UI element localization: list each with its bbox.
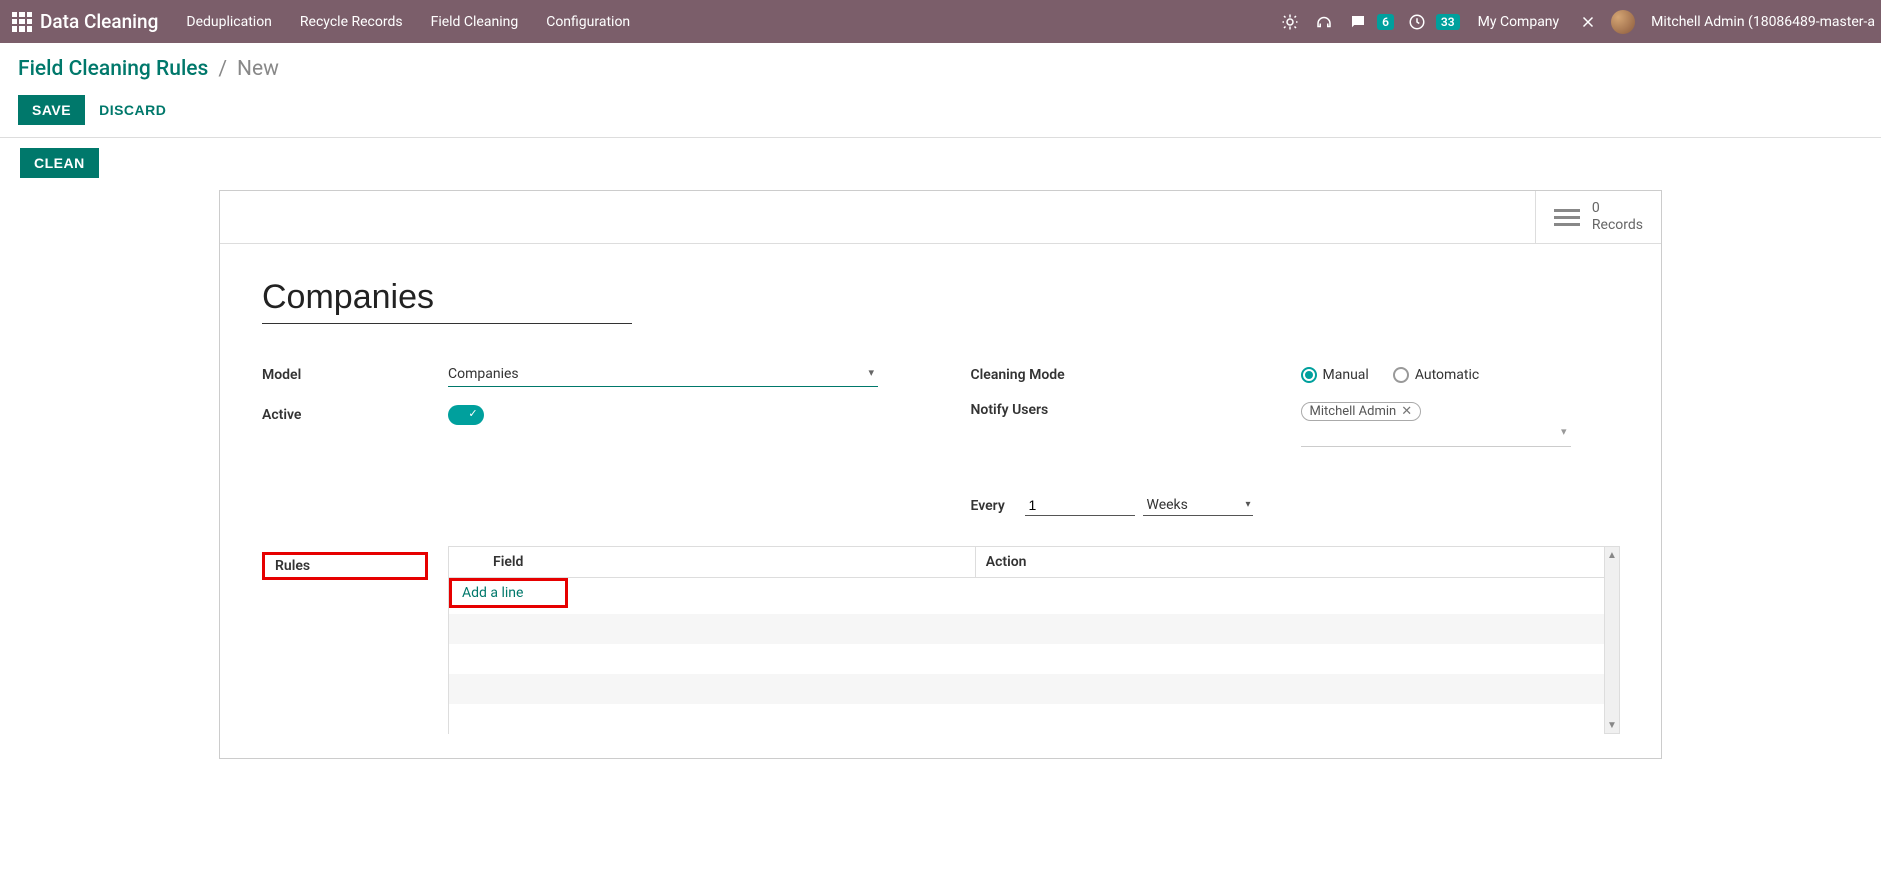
messages-icon[interactable]: [1347, 11, 1369, 33]
active-toggle[interactable]: [448, 405, 484, 425]
radio-dot-off: [1393, 367, 1409, 383]
topbar-right: 6 33 My Company Mitchell Admin (18086489…: [1279, 10, 1875, 34]
support-icon[interactable]: [1313, 11, 1335, 33]
model-select[interactable]: Companies: [448, 364, 878, 387]
table-row: [449, 614, 1620, 644]
label-notify-users: Notify Users: [971, 402, 1301, 418]
tag-remove-icon[interactable]: ✕: [1401, 405, 1412, 418]
company-switcher[interactable]: My Company: [1478, 14, 1560, 30]
rules-section: Rules Field Action: [262, 546, 1619, 734]
form-buttons-row: SAVE DISCARD: [0, 85, 1881, 137]
nav-deduplication[interactable]: Deduplication: [186, 14, 272, 30]
bug-icon[interactable]: [1279, 11, 1301, 33]
add-line-link[interactable]: Add a line: [462, 585, 523, 601]
every-row: Every Weeks: [971, 495, 1620, 516]
stat-count: 0: [1592, 200, 1643, 217]
breadcrumb-parent[interactable]: Field Cleaning Rules: [18, 57, 208, 81]
table-row: [449, 644, 1620, 674]
rules-label-wrap: Rules: [262, 546, 448, 734]
discard-button[interactable]: DISCARD: [99, 102, 166, 118]
action-buttons-row: CLEAN: [0, 137, 1881, 190]
scroll-down-icon[interactable]: ▼: [1605, 717, 1619, 733]
table-row: [449, 674, 1620, 704]
stat-label: Records: [1592, 217, 1643, 234]
records-stat-button[interactable]: 0 Records: [1535, 191, 1661, 243]
label-every: Every: [971, 498, 1017, 514]
tools-icon[interactable]: [1577, 11, 1599, 33]
rules-label: Rules: [262, 552, 428, 580]
notify-user-tag[interactable]: Mitchell Admin ✕: [1301, 402, 1422, 421]
activities-badge: 33: [1436, 14, 1460, 30]
table-row: [449, 704, 1620, 734]
label-active: Active: [262, 407, 448, 423]
breadcrumb: Field Cleaning Rules / New: [0, 43, 1881, 85]
list-icon: [1554, 209, 1580, 226]
avatar[interactable]: [1611, 10, 1635, 34]
scroll-up-icon[interactable]: ▲: [1605, 547, 1619, 563]
sheet-header: 0 Records: [220, 191, 1661, 244]
table-scrollbar[interactable]: ▲ ▼: [1604, 546, 1620, 734]
user-label[interactable]: Mitchell Admin (18086489-master-a: [1651, 14, 1875, 30]
right-column: Cleaning Mode Manual Automatic Notify Us…: [971, 362, 1620, 516]
col-field[interactable]: Field: [449, 547, 976, 578]
form-sheet: 0 Records Model Companies Active: [219, 190, 1662, 759]
left-column: Model Companies Active: [262, 362, 911, 516]
label-cleaning-mode: Cleaning Mode: [971, 367, 1301, 383]
radio-manual[interactable]: Manual: [1301, 367, 1369, 383]
nav-recycle-records[interactable]: Recycle Records: [300, 14, 403, 30]
nav-configuration[interactable]: Configuration: [546, 14, 630, 30]
breadcrumb-separator: /: [218, 57, 227, 81]
table-row: Add a line: [449, 578, 1620, 615]
radio-dot-on: [1301, 367, 1317, 383]
col-action[interactable]: Action: [975, 547, 1599, 578]
messages-badge: 6: [1377, 14, 1394, 30]
every-unit-select[interactable]: Weeks: [1143, 495, 1253, 516]
add-line-highlight: Add a line: [449, 578, 568, 608]
topbar: Data Cleaning Deduplication Recycle Reco…: [0, 0, 1881, 43]
cleaning-mode-radios: Manual Automatic: [1301, 367, 1620, 383]
app-brand[interactable]: Data Cleaning: [40, 10, 158, 33]
tag-label: Mitchell Admin: [1310, 404, 1397, 419]
save-button[interactable]: SAVE: [18, 95, 85, 125]
radio-automatic[interactable]: Automatic: [1393, 367, 1479, 383]
nav-field-cleaning[interactable]: Field Cleaning: [431, 14, 519, 30]
rules-table: Field Action Add a line: [448, 546, 1619, 734]
label-model: Model: [262, 367, 448, 383]
notify-users-dropdown[interactable]: [1301, 427, 1571, 447]
breadcrumb-current: New: [237, 57, 279, 81]
every-value-input[interactable]: [1025, 495, 1135, 516]
apps-icon[interactable]: [12, 12, 32, 32]
name-input[interactable]: [262, 278, 632, 324]
clean-button[interactable]: CLEAN: [20, 148, 99, 178]
clock-icon[interactable]: [1406, 11, 1428, 33]
